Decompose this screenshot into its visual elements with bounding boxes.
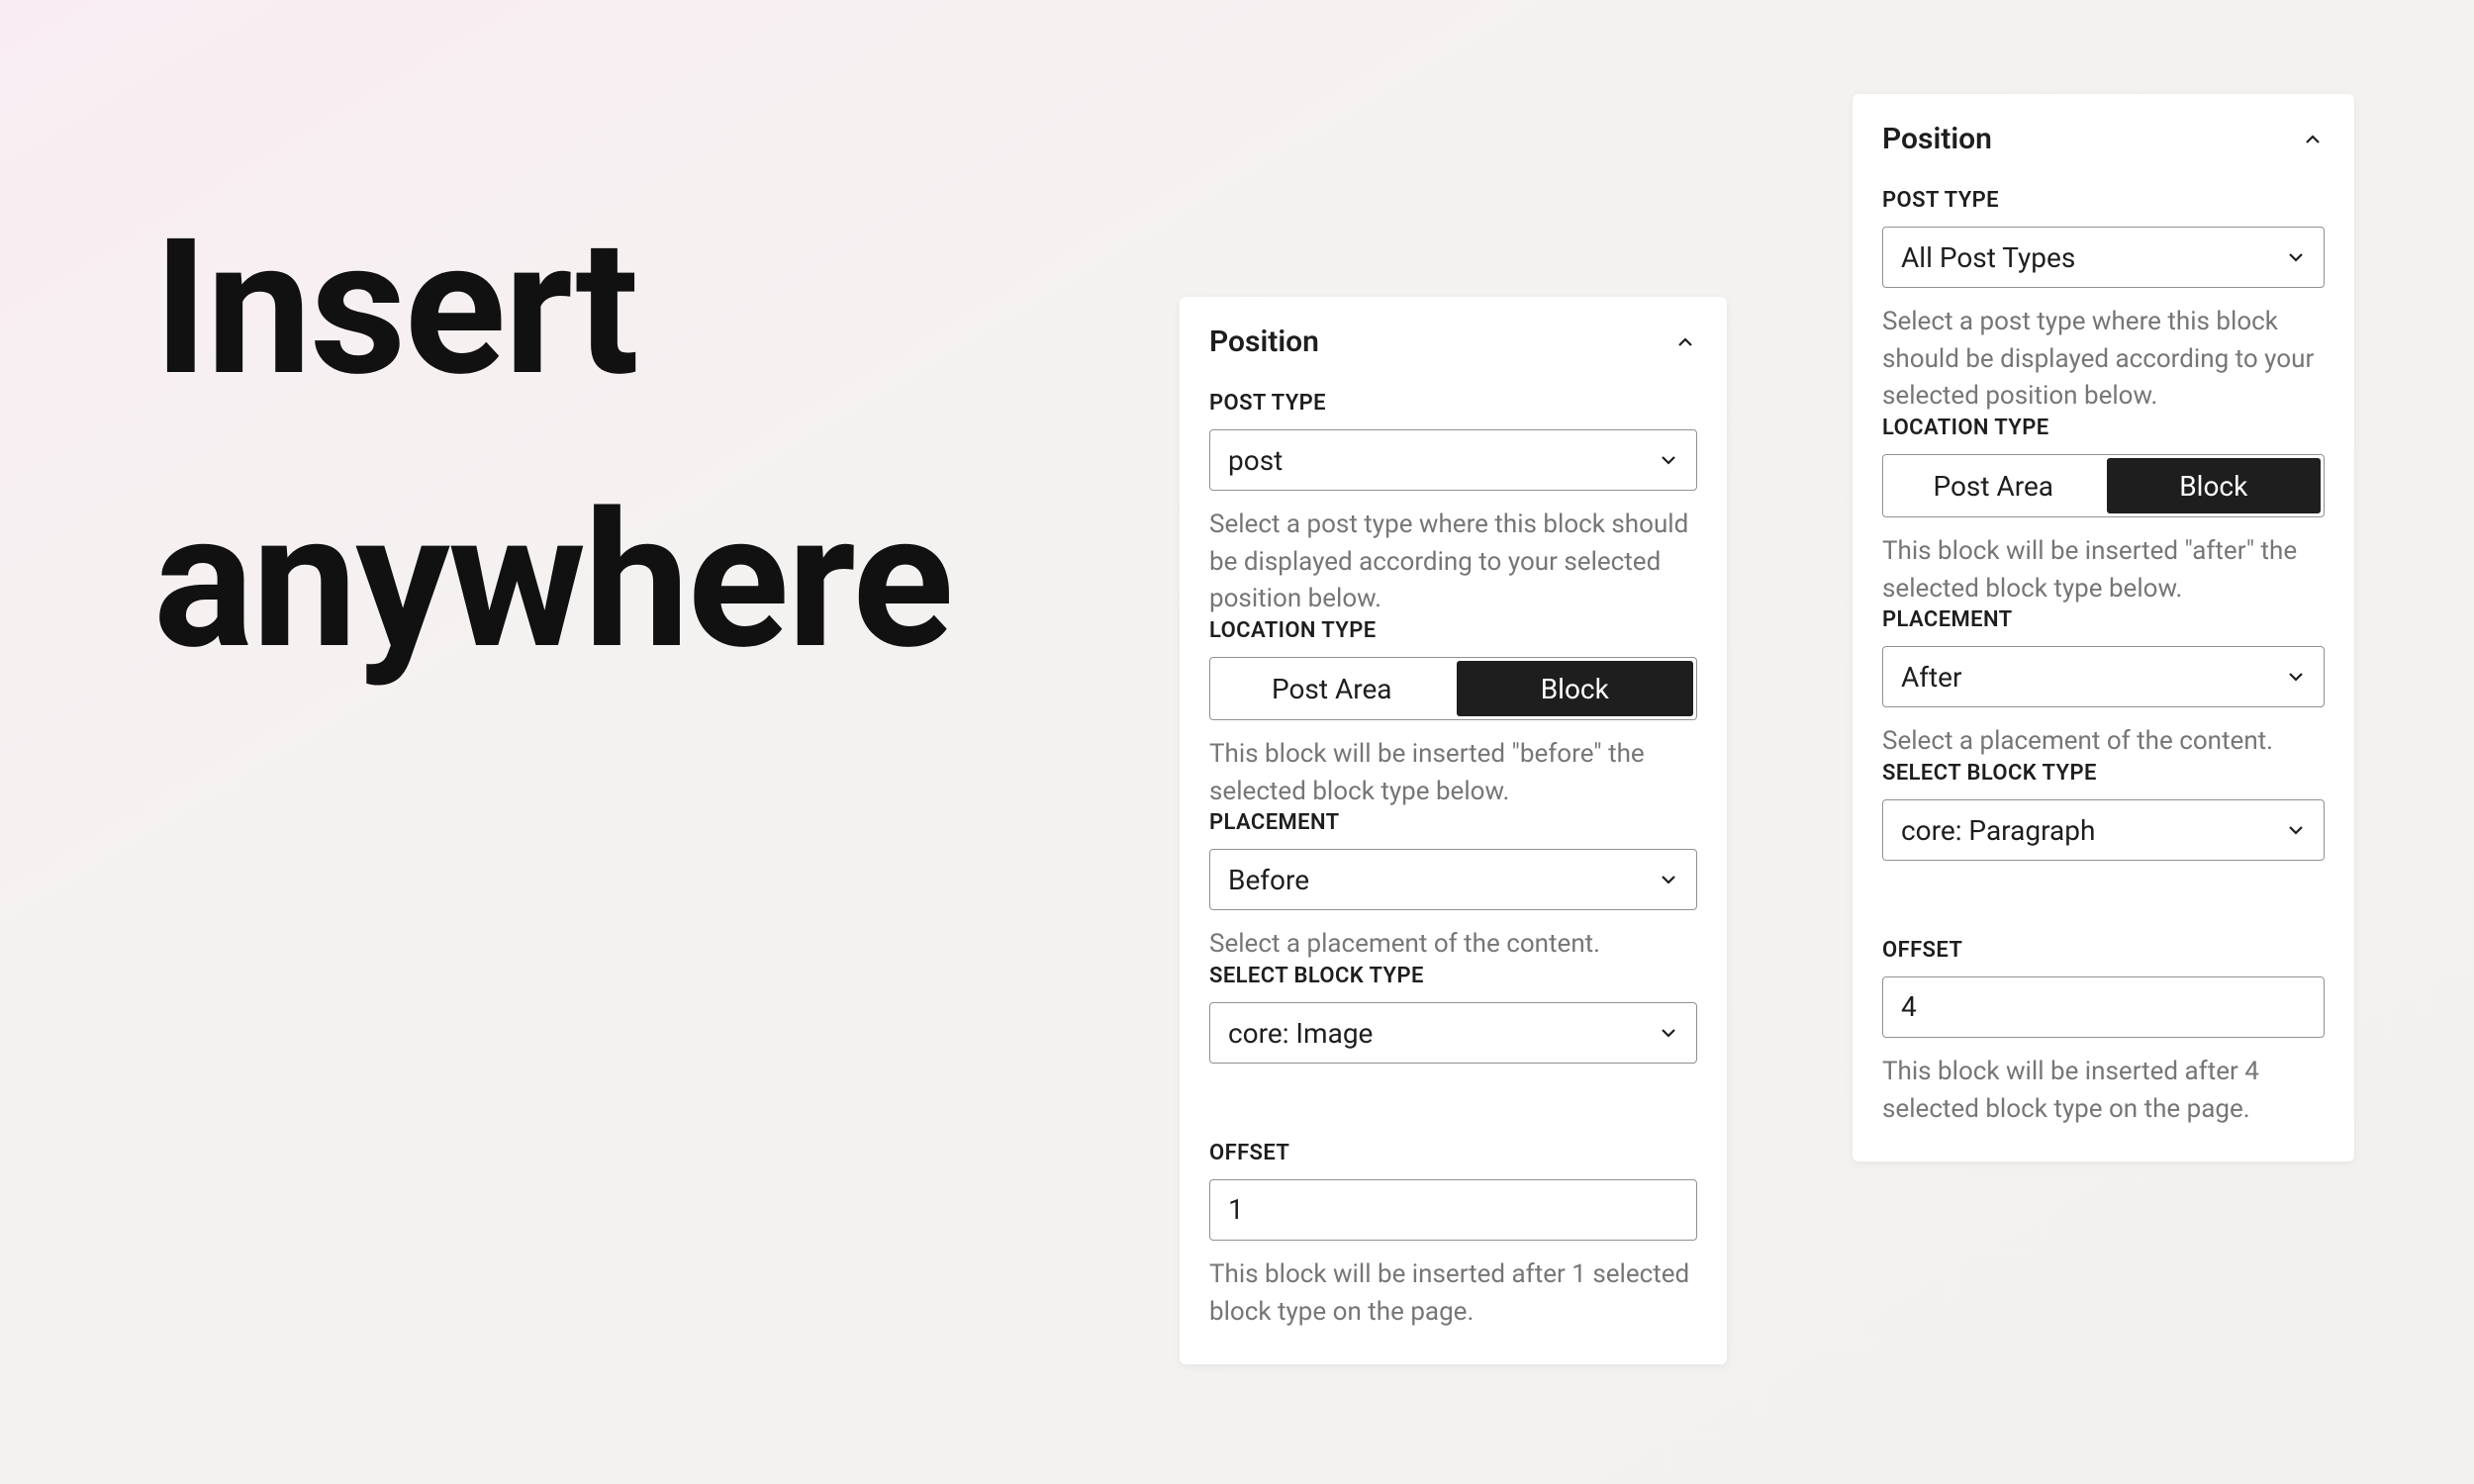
panel-title: Position: [1882, 122, 1992, 156]
placement-label: PLACEMENT: [1209, 810, 1697, 835]
location-type-label: LOCATION TYPE: [1209, 618, 1697, 643]
chevron-down-icon: [2284, 665, 2308, 689]
chevron-up-icon: [1673, 330, 1697, 354]
panel-title: Position: [1209, 325, 1319, 359]
location-option-block[interactable]: Block: [1457, 661, 1694, 716]
post-type-select[interactable]: post: [1209, 429, 1697, 491]
headline-line2: anywhere: [153, 446, 952, 719]
position-panel-2: Position POST TYPE All Post Types Select…: [1853, 94, 2354, 1161]
offset-label: OFFSET: [1209, 1141, 1697, 1165]
location-type-toggle: Post Area Block: [1209, 657, 1697, 720]
block-type-label: SELECT BLOCK TYPE: [1882, 761, 2325, 786]
chevron-down-icon: [2284, 245, 2308, 269]
post-type-value: All Post Types: [1901, 241, 2075, 274]
location-option-block[interactable]: Block: [2107, 458, 2322, 513]
location-option-post-area[interactable]: Post Area: [1213, 661, 1451, 716]
spacer: [1209, 1079, 1697, 1117]
post-type-help: Select a post type where this block shou…: [1882, 304, 2325, 416]
location-type-label: LOCATION TYPE: [1882, 416, 2325, 440]
post-type-value: post: [1228, 444, 1283, 477]
placement-select[interactable]: Before: [1209, 849, 1697, 910]
placement-help: Select a placement of the content.: [1882, 723, 2325, 761]
block-type-select[interactable]: core: Paragraph: [1882, 799, 2325, 861]
post-type-label: POST TYPE: [1882, 188, 2325, 213]
location-option-post-area[interactable]: Post Area: [1886, 458, 2101, 513]
post-type-label: POST TYPE: [1209, 391, 1697, 416]
chevron-up-icon: [2301, 128, 2325, 151]
offset-input[interactable]: [1209, 1179, 1697, 1241]
block-type-select[interactable]: core: Image: [1209, 1002, 1697, 1064]
offset-help: This block will be inserted after 4 sele…: [1882, 1054, 2325, 1128]
offset-input[interactable]: [1882, 976, 2325, 1038]
post-type-select[interactable]: All Post Types: [1882, 227, 2325, 288]
headline: Insert anywhere: [153, 173, 952, 718]
location-type-toggle: Post Area Block: [1882, 454, 2325, 517]
placement-select[interactable]: After: [1882, 646, 2325, 707]
chevron-down-icon: [2284, 818, 2308, 842]
headline-line1: Insert: [153, 173, 952, 446]
panel-header[interactable]: Position: [1209, 325, 1697, 359]
offset-help: This block will be inserted after 1 sele…: [1209, 1256, 1697, 1331]
position-panel-1: Position POST TYPE post Select a post ty…: [1180, 297, 1727, 1364]
panel-header[interactable]: Position: [1882, 122, 2325, 156]
placement-help: Select a placement of the content.: [1209, 926, 1697, 964]
offset-label: OFFSET: [1882, 938, 2325, 963]
placement-label: PLACEMENT: [1882, 607, 2325, 632]
chevron-down-icon: [1657, 1021, 1680, 1045]
spacer: [1882, 877, 2325, 914]
block-type-value: core: Image: [1228, 1017, 1373, 1050]
post-type-help: Select a post type where this block shou…: [1209, 507, 1697, 618]
location-type-help: This block will be inserted "after" the …: [1882, 533, 2325, 607]
block-type-value: core: Paragraph: [1901, 814, 2095, 847]
location-type-help: This block will be inserted "before" the…: [1209, 736, 1697, 810]
placement-value: After: [1901, 661, 1962, 694]
placement-value: Before: [1228, 864, 1309, 896]
block-type-label: SELECT BLOCK TYPE: [1209, 964, 1697, 988]
chevron-down-icon: [1657, 868, 1680, 891]
chevron-down-icon: [1657, 448, 1680, 472]
